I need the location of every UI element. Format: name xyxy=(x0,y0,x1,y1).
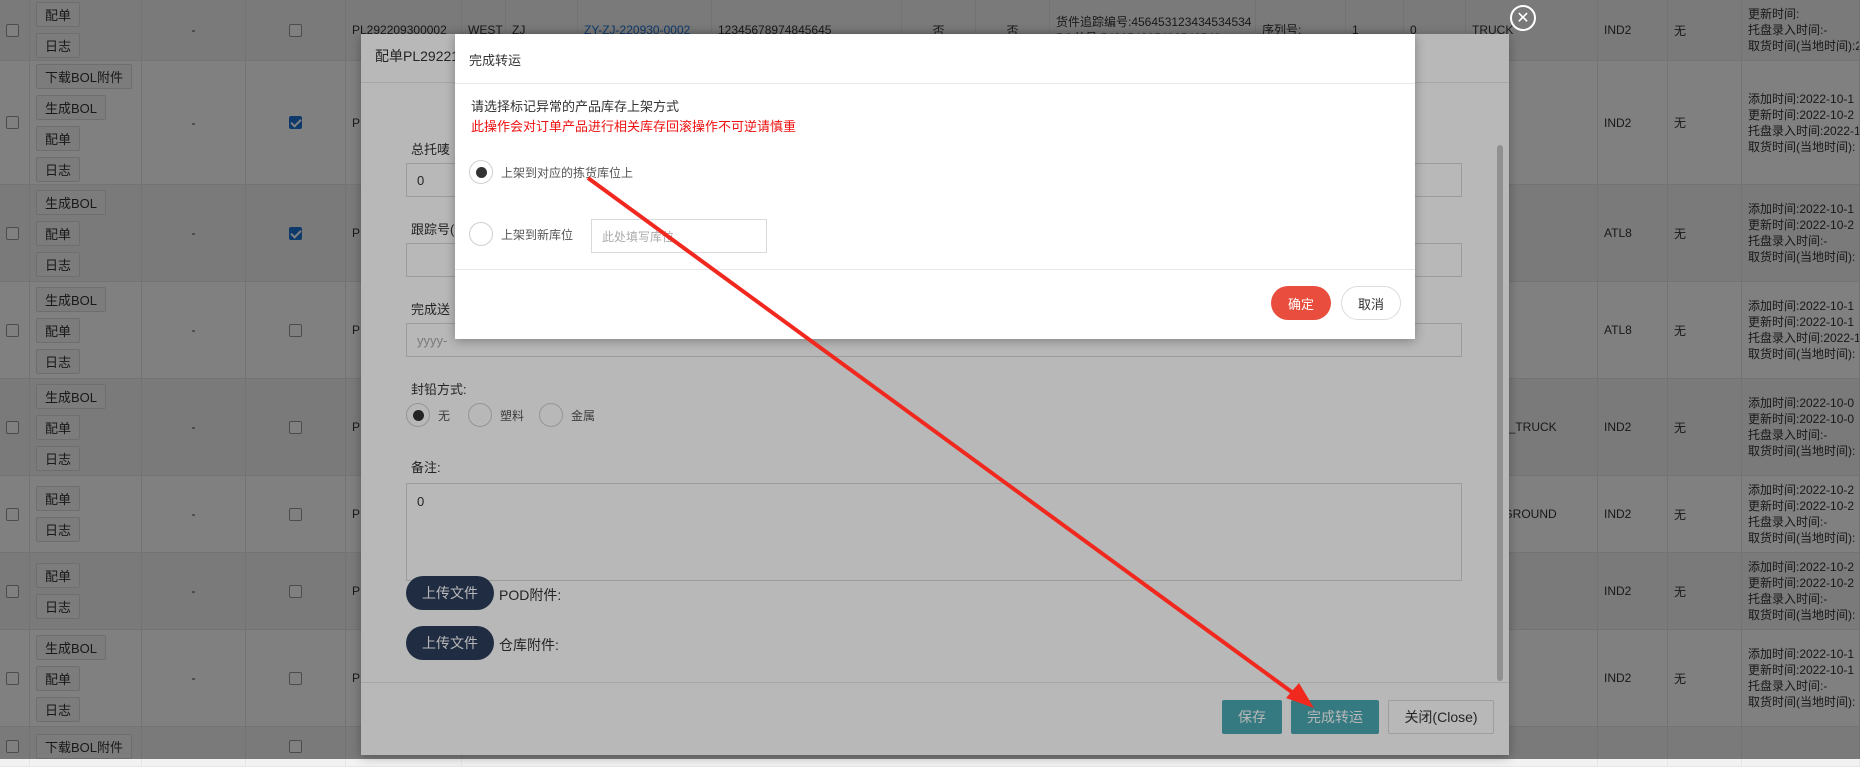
radio-icon xyxy=(469,222,493,246)
option-new-location-label: 上架到新库位 xyxy=(501,227,574,242)
confirm-prompt: 请选择标记异常的产品库存上架方式 xyxy=(471,99,680,114)
complete-transport-dialog: 完成转运 请选择标记异常的产品库存上架方式 此操作会对订单产品进行相关库存回滚操… xyxy=(455,34,1415,339)
confirm-ok-button[interactable]: 确定 xyxy=(1271,286,1331,320)
confirm-cancel-button[interactable]: 取消 xyxy=(1341,286,1401,320)
radio-selected-icon xyxy=(469,160,493,184)
title-divider xyxy=(455,83,1415,84)
footer-divider xyxy=(455,269,1415,270)
option-new-location[interactable]: 上架到新库位 xyxy=(469,222,573,246)
new-location-input[interactable]: 此处填写库位 xyxy=(591,219,767,253)
option-picking-location[interactable]: 上架到对应的拣货库位上 xyxy=(469,160,633,184)
confirm-warning: 此操作会对订单产品进行相关库存回滚操作不可逆请慎重 xyxy=(471,119,797,134)
confirm-dialog-title: 完成转运 xyxy=(469,53,522,68)
close-icon[interactable]: ✕ xyxy=(1510,5,1536,31)
option-picking-location-label: 上架到对应的拣货库位上 xyxy=(501,165,634,180)
